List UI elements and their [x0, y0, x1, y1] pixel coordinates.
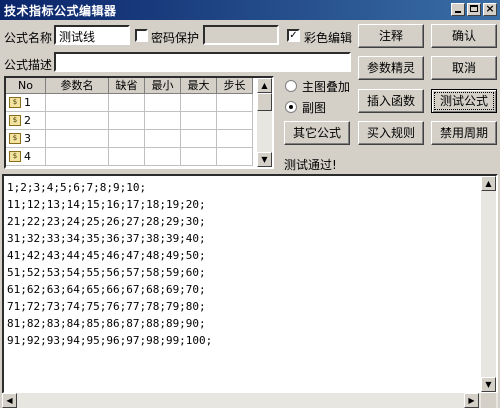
- main-overlay-label: 主图叠加: [302, 80, 351, 94]
- password-input[interactable]: [203, 25, 279, 45]
- max-cell[interactable]: [181, 94, 217, 112]
- test-status-text: 测试通过!: [284, 158, 337, 172]
- close-button[interactable]: ×: [483, 2, 497, 16]
- code-line: 31;32;33;34;35;36;37;38;39;40;: [7, 232, 206, 245]
- min-cell[interactable]: [145, 112, 181, 130]
- default-cell[interactable]: [109, 148, 145, 166]
- row-number: 4: [24, 149, 31, 163]
- arrow-down-icon[interactable]: ▼: [481, 377, 496, 392]
- code-line: 21;22;23;24;25;26;27;28;29;30;: [7, 215, 206, 228]
- step-cell[interactable]: [217, 130, 253, 148]
- title-bar[interactable]: 技术指标公式编辑器 ×: [0, 0, 500, 20]
- step-cell[interactable]: [217, 112, 253, 130]
- formula-code: 1;2;3;4;5;6;7;8;9;10; 11;12;13;14;15;16;…: [7, 179, 212, 349]
- param-name-cell[interactable]: [46, 148, 109, 166]
- arrow-right-icon[interactable]: ▶: [464, 393, 479, 408]
- scroll-thumb[interactable]: [257, 93, 272, 111]
- max-cell[interactable]: [181, 130, 217, 148]
- formula-param-icon: $: [9, 97, 21, 108]
- other-formula-button[interactable]: 其它公式: [284, 121, 350, 145]
- arrow-down-icon[interactable]: ▼: [257, 152, 272, 167]
- insert-function-button[interactable]: 插入函数: [358, 89, 424, 113]
- param-table-header: No 参数名 缺省 最小 最大 步长: [6, 78, 253, 94]
- step-cell[interactable]: [217, 94, 253, 112]
- formula-desc-label: 公式描述: [4, 58, 53, 72]
- window-title: 技术指标公式编辑器: [4, 4, 117, 18]
- col-header-default[interactable]: 缺省: [109, 78, 145, 94]
- step-cell[interactable]: [217, 148, 253, 166]
- default-cell[interactable]: [109, 130, 145, 148]
- formula-param-icon: $: [9, 115, 21, 126]
- maximize-button[interactable]: [467, 3, 481, 16]
- min-cell[interactable]: [145, 130, 181, 148]
- col-header-no[interactable]: No: [6, 78, 46, 94]
- formula-name-input[interactable]: 测试线: [54, 25, 130, 45]
- disable-period-button[interactable]: 禁用周期: [431, 121, 497, 145]
- sub-chart-radio[interactable]: [285, 101, 297, 113]
- code-line: 41;42;43;44;45;46;47;48;49;50;: [7, 249, 206, 262]
- code-line: 81;82;83;84;85;86;87;88;89;90;: [7, 317, 206, 330]
- row-number: 1: [24, 95, 31, 109]
- editor-vscrollbar[interactable]: ▲ ▼: [481, 176, 496, 392]
- table-row[interactable]: $2: [6, 112, 253, 130]
- default-cell[interactable]: [109, 94, 145, 112]
- maximize-icon: [470, 5, 478, 12]
- main-overlay-radio[interactable]: [285, 80, 297, 92]
- arrow-up-icon[interactable]: ▲: [257, 78, 272, 93]
- param-table-scrollbar[interactable]: ▲ ▼: [257, 78, 272, 167]
- arrow-up-icon[interactable]: ▲: [481, 176, 496, 191]
- code-line: 11;12;13;14;15;16;17;18;19;20;: [7, 198, 206, 211]
- param-wizard-button[interactable]: 参数精灵: [358, 56, 424, 80]
- min-cell[interactable]: [145, 94, 181, 112]
- row-number: 3: [24, 131, 31, 145]
- formula-desc-input[interactable]: [54, 52, 351, 72]
- minimize-icon: [455, 11, 461, 13]
- confirm-button[interactable]: 确认: [431, 24, 497, 48]
- password-protect-label: 密码保护: [151, 31, 200, 45]
- code-line: 71;72;73;74;75;76;77;78;79;80;: [7, 300, 206, 313]
- buy-rule-button[interactable]: 买入规则: [358, 121, 424, 145]
- code-line: 61;62;63;64;65;66;67;68;69;70;: [7, 283, 206, 296]
- code-line: 1;2;3;4;5;6;7;8;9;10;: [7, 181, 147, 194]
- max-cell[interactable]: [181, 112, 217, 130]
- formula-param-icon: $: [9, 151, 21, 162]
- minimize-button[interactable]: [451, 3, 465, 16]
- default-cell[interactable]: [109, 112, 145, 130]
- sub-chart-label: 副图: [302, 101, 327, 115]
- code-line: 91;92;93;94;95;96;97;98;99;100;: [7, 334, 213, 347]
- col-header-min[interactable]: 最小: [145, 78, 181, 94]
- formula-param-icon: $: [9, 133, 21, 144]
- param-name-cell[interactable]: [46, 130, 109, 148]
- col-header-step[interactable]: 步长: [217, 78, 253, 94]
- test-formula-button[interactable]: 测试公式: [431, 89, 497, 113]
- code-line: 51;52;53;54;55;56;57;58;59;60;: [7, 266, 206, 279]
- param-name-cell[interactable]: [46, 112, 109, 130]
- formula-editor[interactable]: 1;2;3;4;5;6;7;8;9;10; 11;12;13;14;15;16;…: [2, 174, 498, 394]
- col-header-param-name[interactable]: 参数名: [46, 78, 109, 94]
- table-row[interactable]: $1: [6, 94, 253, 112]
- formula-name-label: 公式名称: [4, 31, 53, 45]
- color-edit-checkbox[interactable]: ✓: [287, 29, 300, 42]
- password-protect-checkbox[interactable]: [135, 29, 148, 42]
- param-name-cell[interactable]: [46, 94, 109, 112]
- cancel-button[interactable]: 取消: [431, 56, 497, 80]
- max-cell[interactable]: [181, 148, 217, 166]
- size-grip-icon[interactable]: [481, 393, 496, 408]
- row-number: 2: [24, 113, 31, 127]
- color-edit-label: 彩色编辑: [304, 31, 353, 45]
- min-cell[interactable]: [145, 148, 181, 166]
- table-row[interactable]: $3: [6, 130, 253, 148]
- editor-hscrollbar[interactable]: ◀ ▶: [2, 393, 498, 408]
- col-header-max[interactable]: 最大: [181, 78, 217, 94]
- comment-button[interactable]: 注释: [358, 24, 424, 48]
- window-controls: ×: [451, 2, 497, 16]
- arrow-left-icon[interactable]: ◀: [2, 393, 17, 408]
- close-icon: ×: [485, 2, 495, 15]
- param-table[interactable]: No 参数名 缺省 最小 最大 步长 $1 $2 $3 $4 ▲ ▼: [4, 76, 274, 169]
- table-row[interactable]: $4: [6, 148, 253, 166]
